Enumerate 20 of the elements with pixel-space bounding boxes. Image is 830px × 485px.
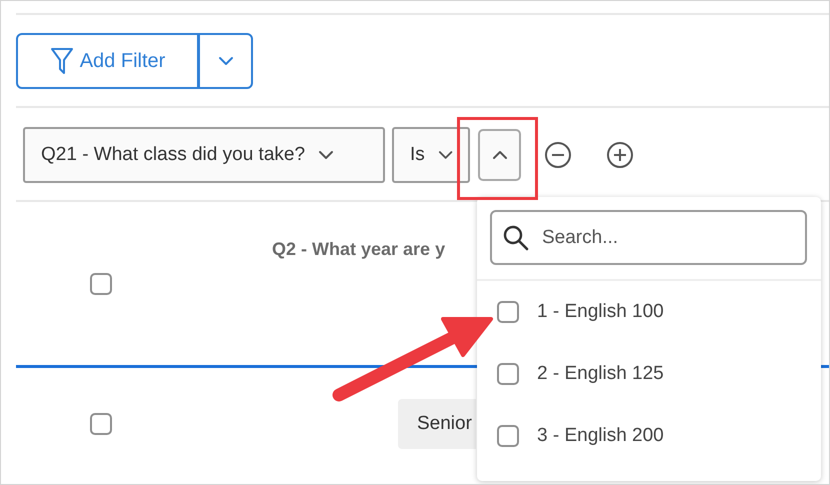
add-filter-button[interactable]: Add Filter bbox=[16, 33, 199, 89]
checkbox[interactable] bbox=[497, 425, 519, 447]
table-cell: Senior bbox=[398, 399, 476, 449]
option-label[interactable]: 2 - English 125 bbox=[537, 363, 664, 385]
search-field[interactable]: Search... bbox=[490, 210, 807, 265]
operator-dropdown[interactable]: Is bbox=[392, 127, 470, 183]
option-label[interactable]: 3 - English 200 bbox=[537, 425, 664, 447]
remove-icon[interactable] bbox=[544, 141, 572, 169]
search-icon bbox=[503, 225, 529, 251]
checkbox[interactable] bbox=[497, 363, 519, 385]
dropdown-button[interactable] bbox=[199, 33, 253, 89]
option-label[interactable]: 1 - English 100 bbox=[537, 301, 664, 323]
checkbox[interactable] bbox=[90, 272, 112, 294]
value-dropdown-button[interactable] bbox=[478, 129, 521, 181]
checkbox[interactable] bbox=[497, 301, 519, 323]
checkbox[interactable] bbox=[90, 413, 112, 435]
question-dropdown[interactable]: Q21 - What class did you take? bbox=[23, 127, 385, 183]
add-icon[interactable] bbox=[606, 141, 634, 169]
filter-icon bbox=[50, 47, 74, 75]
column-header: Q2 - What year are y bbox=[272, 239, 446, 261]
